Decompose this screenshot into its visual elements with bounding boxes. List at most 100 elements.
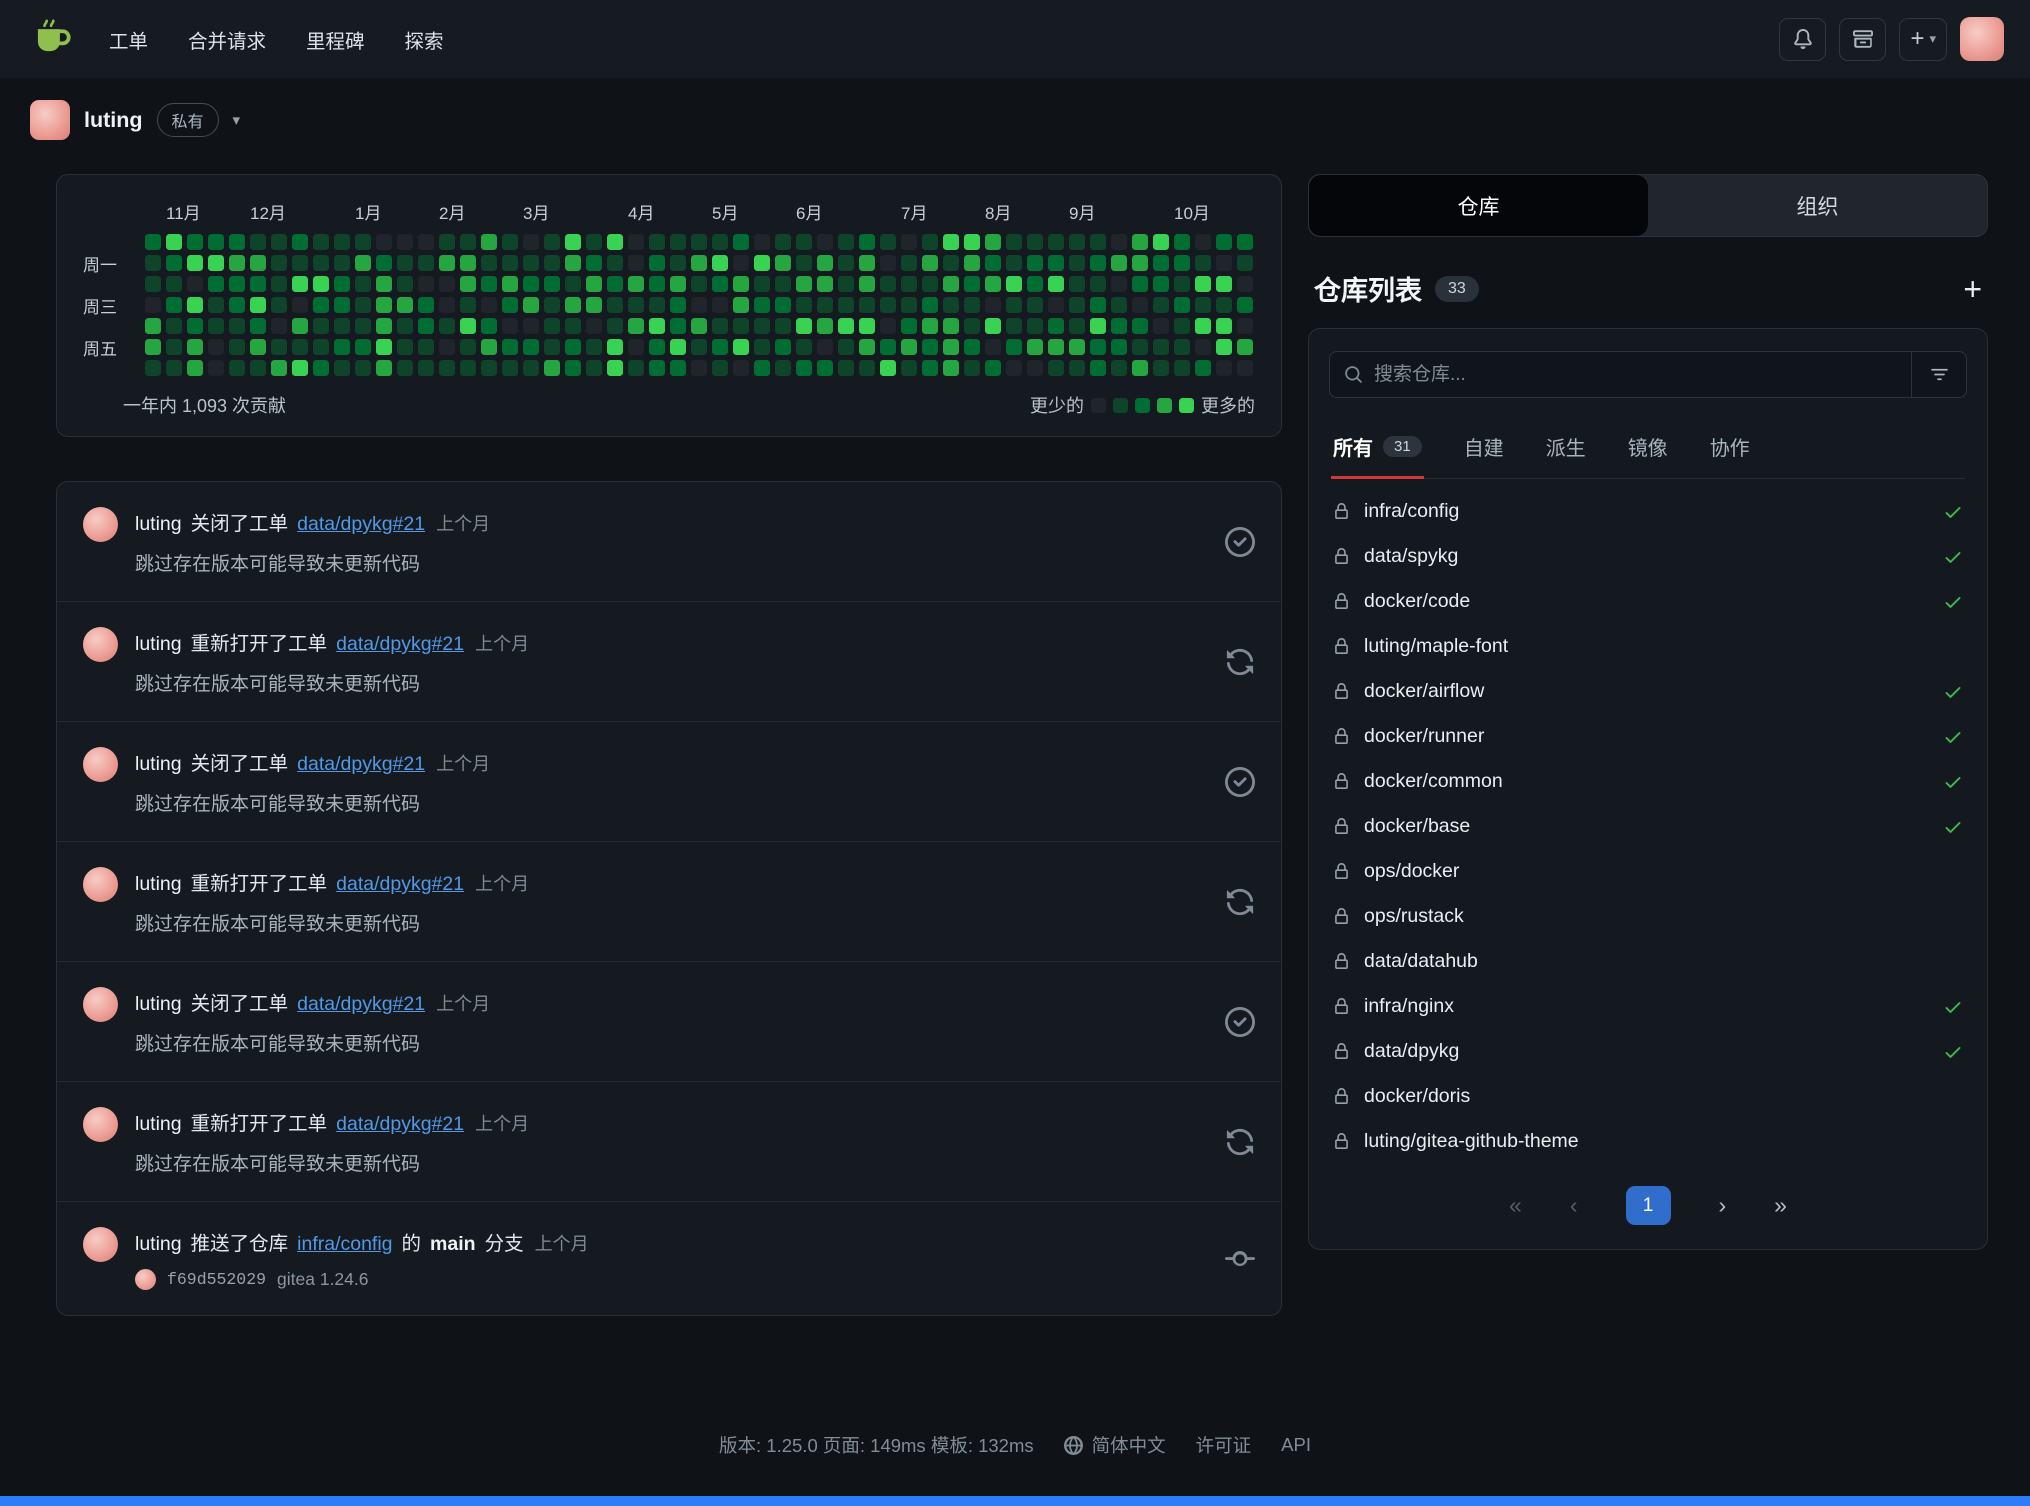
- heatmap-cell[interactable]: [649, 255, 665, 271]
- feed-actor-link[interactable]: luting: [135, 873, 182, 896]
- heatmap-cell[interactable]: [964, 297, 980, 313]
- feed-target-link[interactable]: data/dpykg#21: [336, 873, 464, 896]
- heatmap-cell[interactable]: [1048, 360, 1064, 376]
- heatmap-cell[interactable]: [1174, 297, 1190, 313]
- heatmap-cell[interactable]: [355, 360, 371, 376]
- heatmap-cell[interactable]: [1111, 234, 1127, 250]
- heatmap-cell[interactable]: [1048, 255, 1064, 271]
- heatmap-cell[interactable]: [376, 276, 392, 292]
- heatmap-cell[interactable]: [334, 234, 350, 250]
- heatmap-cell[interactable]: [271, 276, 287, 292]
- heatmap-cell[interactable]: [1111, 339, 1127, 355]
- feed-actor-link[interactable]: luting: [135, 1113, 182, 1136]
- heatmap-cell[interactable]: [1090, 360, 1106, 376]
- feed-actor-link[interactable]: luting: [135, 753, 182, 776]
- heatmap-cell[interactable]: [544, 318, 560, 334]
- heatmap-cell[interactable]: [229, 234, 245, 250]
- heatmap-cell[interactable]: [166, 297, 182, 313]
- heatmap-cell[interactable]: [1216, 297, 1232, 313]
- heatmap-cell[interactable]: [1153, 339, 1169, 355]
- heatmap-cell[interactable]: [1006, 318, 1022, 334]
- heatmap-cell[interactable]: [754, 297, 770, 313]
- repo-list-item[interactable]: ops/docker: [1309, 849, 1987, 894]
- repo-link[interactable]: infra/config: [1364, 500, 1459, 523]
- heatmap-cell[interactable]: [649, 318, 665, 334]
- heatmap-cell[interactable]: [187, 318, 203, 334]
- license-link[interactable]: 许可证: [1196, 1432, 1252, 1458]
- heatmap-cell[interactable]: [1174, 360, 1190, 376]
- heatmap-cell[interactable]: [712, 234, 728, 250]
- heatmap-cell[interactable]: [250, 339, 266, 355]
- heatmap-cell[interactable]: [1090, 255, 1106, 271]
- repo-link[interactable]: luting/gitea-github-theme: [1364, 1130, 1579, 1153]
- repo-list-item[interactable]: luting/gitea-github-theme: [1309, 1119, 1987, 1164]
- heatmap-cell[interactable]: [397, 318, 413, 334]
- heatmap-cell[interactable]: [691, 318, 707, 334]
- heatmap-cell[interactable]: [397, 339, 413, 355]
- repo-list-item[interactable]: docker/common: [1309, 759, 1987, 804]
- heatmap-cell[interactable]: [775, 318, 791, 334]
- heatmap-cell[interactable]: [691, 234, 707, 250]
- heatmap-cell[interactable]: [187, 360, 203, 376]
- heatmap-cell[interactable]: [817, 339, 833, 355]
- heatmap-cell[interactable]: [292, 234, 308, 250]
- heatmap-cell[interactable]: [439, 318, 455, 334]
- heatmap-cell[interactable]: [502, 318, 518, 334]
- heatmap-cell[interactable]: [544, 255, 560, 271]
- heatmap-cell[interactable]: [922, 318, 938, 334]
- heatmap-cell[interactable]: [901, 297, 917, 313]
- heatmap-cell[interactable]: [544, 234, 560, 250]
- heatmap-cell[interactable]: [166, 318, 182, 334]
- heatmap-cell[interactable]: [166, 360, 182, 376]
- heatmap-cell[interactable]: [166, 339, 182, 355]
- repo-list-item[interactable]: luting/maple-font: [1309, 624, 1987, 669]
- heatmap-cell[interactable]: [754, 318, 770, 334]
- heatmap-cell[interactable]: [586, 297, 602, 313]
- avatar[interactable]: [30, 100, 70, 140]
- heatmap-cell[interactable]: [1153, 276, 1169, 292]
- heatmap-cell[interactable]: [1195, 318, 1211, 334]
- heatmap-cell[interactable]: [1027, 318, 1043, 334]
- heatmap-cell[interactable]: [145, 318, 161, 334]
- heatmap-cell[interactable]: [250, 255, 266, 271]
- heatmap-cell[interactable]: [901, 360, 917, 376]
- heatmap-cell[interactable]: [1195, 276, 1211, 292]
- heatmap-cell[interactable]: [208, 339, 224, 355]
- feed-target-link[interactable]: data/dpykg#21: [297, 753, 425, 776]
- heatmap-cell[interactable]: [145, 297, 161, 313]
- heatmap-cell[interactable]: [145, 339, 161, 355]
- heatmap-cell[interactable]: [271, 360, 287, 376]
- heatmap-cell[interactable]: [565, 297, 581, 313]
- heatmap-cell[interactable]: [1153, 318, 1169, 334]
- heatmap-cell[interactable]: [481, 339, 497, 355]
- heatmap-cell[interactable]: [334, 255, 350, 271]
- heatmap-cell[interactable]: [1174, 276, 1190, 292]
- heatmap-cell[interactable]: [145, 276, 161, 292]
- heatmap-cell[interactable]: [439, 255, 455, 271]
- heatmap-cell[interactable]: [418, 360, 434, 376]
- heatmap-cell[interactable]: [712, 297, 728, 313]
- heatmap-cell[interactable]: [1069, 360, 1085, 376]
- heatmap-cell[interactable]: [943, 339, 959, 355]
- heatmap-cell[interactable]: [817, 255, 833, 271]
- heatmap-cell[interactable]: [229, 360, 245, 376]
- heatmap-cell[interactable]: [1132, 339, 1148, 355]
- heatmap-cell[interactable]: [754, 339, 770, 355]
- heatmap-cell[interactable]: [1153, 234, 1169, 250]
- heatmap-cell[interactable]: [208, 255, 224, 271]
- heatmap-cell[interactable]: [166, 234, 182, 250]
- nav-item-pull-requests[interactable]: 合并请求: [171, 15, 283, 64]
- heatmap-cell[interactable]: [523, 276, 539, 292]
- heatmap-cell[interactable]: [628, 255, 644, 271]
- heatmap-cell[interactable]: [1132, 318, 1148, 334]
- feed-target-link[interactable]: infra/config: [297, 1233, 392, 1256]
- heatmap-cell[interactable]: [1069, 318, 1085, 334]
- heatmap-cell[interactable]: [544, 297, 560, 313]
- heatmap-cell[interactable]: [418, 339, 434, 355]
- heatmap-cell[interactable]: [145, 255, 161, 271]
- heatmap-cell[interactable]: [1195, 234, 1211, 250]
- heatmap-cell[interactable]: [1090, 276, 1106, 292]
- repo-link[interactable]: docker/airflow: [1364, 680, 1484, 703]
- heatmap-cell[interactable]: [1111, 318, 1127, 334]
- heatmap-cell[interactable]: [208, 360, 224, 376]
